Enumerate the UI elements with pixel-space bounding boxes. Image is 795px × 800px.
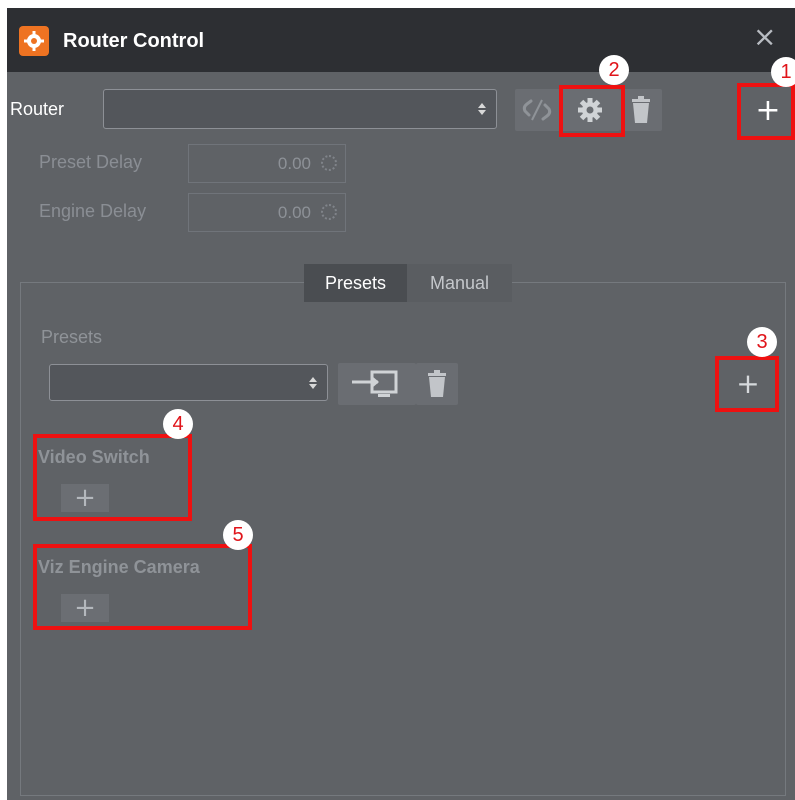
title-bar: Router Control × [7,8,795,72]
tab-presets[interactable]: Presets [304,264,407,302]
callout-4: 4 [163,409,193,439]
apply-preset-button[interactable] [338,363,416,405]
highlight-box-5 [33,544,252,630]
trash-icon [428,370,446,397]
callout-5: 5 [223,520,253,550]
app-gear-icon [19,26,49,56]
window-title: Router Control [63,30,205,52]
preset-delay-field[interactable]: 0.00 [188,144,346,183]
trash-icon [632,96,650,123]
callout-2: 2 [599,55,629,85]
router-control-window: Router Control × Router + Preset Delay 0… [7,8,795,800]
tab-bar: Presets Manual [304,264,512,302]
link-router-button[interactable] [515,89,560,131]
engine-delay-field[interactable]: 0.00 [188,193,346,232]
router-select[interactable] [103,89,497,129]
presets-select[interactable] [49,364,328,401]
screen-enter-icon [352,370,398,397]
engine-delay-value: 0.00 [277,203,311,222]
delete-preset-button[interactable] [416,363,458,405]
presets-label: Presets [41,327,103,347]
spinner-icon [321,204,337,220]
tab-panel [20,282,786,796]
highlight-box-4 [33,434,192,521]
router-label: Router [10,99,65,119]
unlink-icon [522,99,552,121]
highlight-box-3 [715,356,779,412]
engine-delay-label: Engine Delay [39,201,147,221]
spinner-icon [321,155,337,171]
preset-delay-value: 0.00 [277,154,311,173]
highlight-box-2 [559,85,625,137]
callout-1: 1 [771,57,795,87]
delete-router-button[interactable] [620,89,662,131]
highlight-box-1 [737,83,795,140]
tab-manual[interactable]: Manual [407,264,512,302]
select-arrows-icon [478,103,486,115]
preset-delay-label: Preset Delay [39,152,143,172]
close-icon[interactable]: × [753,22,776,52]
select-arrows-icon [309,376,317,389]
callout-3: 3 [747,327,777,357]
